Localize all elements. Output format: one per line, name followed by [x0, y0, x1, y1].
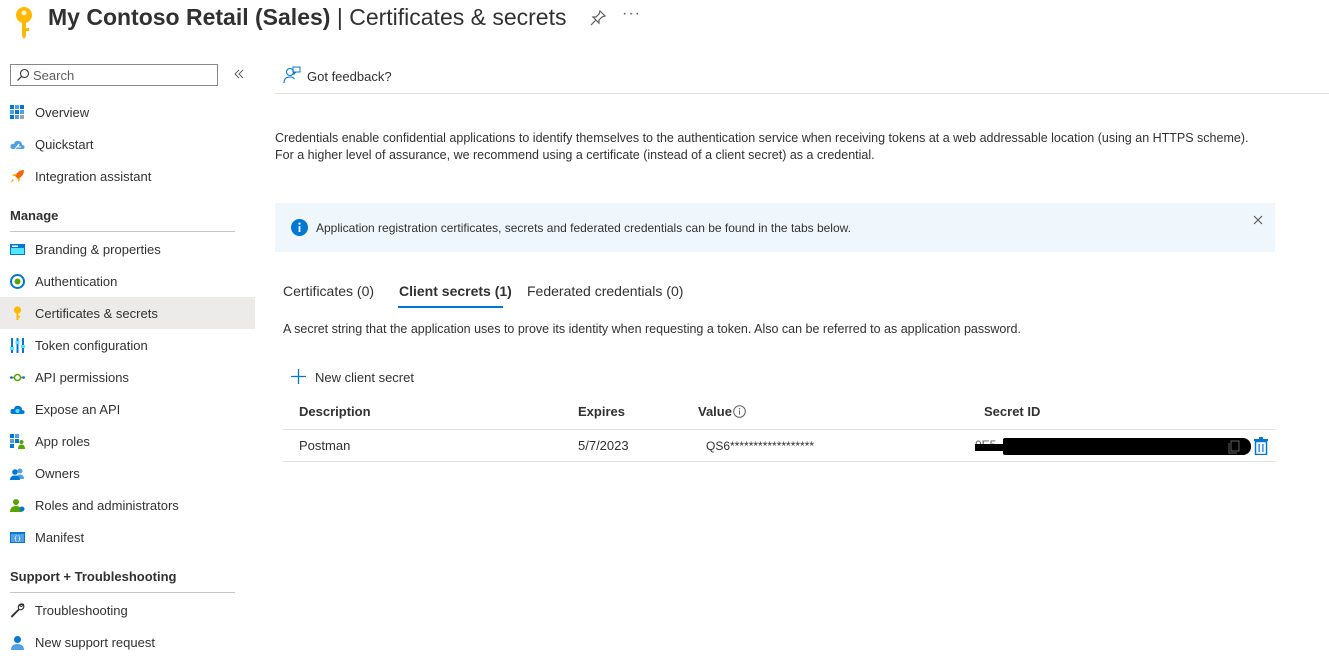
feedback-icon — [283, 66, 301, 84]
credentials-description: Credentials enable confidential applicat… — [275, 131, 1249, 162]
copy-icon[interactable] — [1226, 438, 1242, 454]
sidebar-item-label: Roles and administrators — [35, 498, 179, 513]
client-secret-description: A secret string that the application use… — [283, 322, 1021, 336]
search-box[interactable] — [10, 64, 218, 86]
svg-text:{}: {} — [14, 536, 21, 543]
sidebar-item-integration-assistant[interactable]: Integration assistant — [0, 160, 255, 192]
page-title: My Contoso Retail (Sales) | Certificates… — [48, 4, 567, 31]
info-icon — [291, 219, 308, 236]
sidebar-item-certificates-secrets[interactable]: Certificates & secrets — [0, 297, 255, 329]
tab-client-secrets[interactable]: Client secrets (1) — [399, 283, 512, 299]
cloud-icon — [10, 140, 25, 150]
new-client-secret-label: New client secret — [315, 370, 414, 385]
sidebar-item-label: Integration assistant — [35, 169, 152, 184]
wrench-icon — [10, 603, 25, 618]
cell-value: QS6****************** — [706, 439, 815, 453]
sidebar-item-label: App roles — [35, 434, 90, 449]
sidebar-item-label: Manifest — [35, 530, 85, 545]
search-input[interactable] — [33, 65, 213, 85]
page-name: Certificates & secrets — [349, 4, 567, 30]
authentication-icon — [10, 274, 25, 289]
app-name: My Contoso Retail (Sales) — [48, 4, 331, 30]
api-permissions-icon — [10, 373, 25, 382]
sidebar-item-label: API permissions — [35, 370, 129, 385]
sidebar-item-token-configuration[interactable]: Token configuration — [0, 329, 255, 361]
sidebar-item-manifest[interactable]: {} Manifest — [0, 521, 255, 553]
collapse-sidebar-icon[interactable] — [232, 67, 246, 81]
sidebar-item-new-support-request[interactable]: New support request — [0, 626, 255, 658]
owners-icon — [10, 468, 24, 480]
more-options-button[interactable]: ··· — [622, 5, 641, 23]
sidebar-item-authentication[interactable]: Authentication — [0, 265, 255, 297]
table-header-divider — [283, 429, 1275, 430]
delete-icon[interactable] — [1253, 437, 1269, 455]
support-person-icon — [11, 636, 24, 650]
cell-expires: 5/7/2023 — [578, 438, 629, 453]
sidebar-item-roles-administrators[interactable]: Roles and administrators — [0, 489, 255, 521]
key-icon — [13, 306, 22, 320]
sidebar-item-label: Owners — [35, 466, 80, 481]
sidebar-item-label: Authentication — [35, 274, 118, 289]
sidebar-item-label: Troubleshooting — [35, 603, 128, 618]
sidebar-item-expose-api[interactable]: Expose an API — [0, 393, 255, 425]
sidebar-item-label: Token configuration — [35, 338, 148, 353]
sidebar-item-overview[interactable]: Overview — [0, 96, 255, 128]
info-banner-text: Application registration certificates, s… — [316, 221, 851, 235]
sidebar-item-label: New support request — [35, 635, 155, 650]
info-banner: Application registration certificates, s… — [275, 203, 1275, 252]
table-row-divider — [283, 461, 1275, 462]
redaction-mark-edge — [975, 444, 1007, 451]
branding-icon — [10, 244, 25, 255]
support-heading: Support + Troubleshooting — [10, 569, 177, 584]
sidebar-item-label: Expose an API — [35, 402, 121, 417]
cloud-api-icon — [10, 405, 25, 414]
close-icon[interactable] — [1252, 214, 1264, 226]
title-separator: | — [330, 4, 350, 30]
toolbar-divider — [275, 93, 1329, 94]
column-header-secret-id: Secret ID — [984, 404, 1041, 419]
sidebar-item-api-permissions[interactable]: API permissions — [0, 361, 255, 393]
info-circle-icon[interactable] — [733, 405, 746, 418]
grid-icon — [10, 105, 24, 119]
sidebar-item-owners[interactable]: Owners — [0, 457, 255, 489]
active-tab-indicator — [398, 306, 503, 308]
roles-admin-icon — [10, 499, 25, 512]
search-icon — [17, 68, 30, 81]
column-header-expires: Expires — [578, 404, 625, 419]
sidebar-item-label: Quickstart — [35, 137, 94, 152]
sidebar-item-app-roles[interactable]: App roles — [0, 425, 255, 457]
cell-description: Postman — [299, 438, 351, 453]
sidebar-item-label: Overview — [35, 105, 90, 120]
sidebar-item-label: Certificates & secrets — [35, 306, 158, 321]
redaction-mark — [1003, 438, 1251, 455]
sidebar-item-quickstart[interactable]: Quickstart — [0, 128, 255, 160]
column-header-value: Value — [698, 404, 732, 419]
token-config-icon — [10, 338, 25, 353]
feedback-label: Got feedback? — [307, 69, 392, 84]
manage-heading: Manage — [10, 208, 59, 223]
app-roles-icon — [10, 434, 25, 449]
column-header-description: Description — [299, 404, 371, 419]
rocket-icon — [11, 170, 24, 183]
key-icon — [16, 7, 32, 39]
sidebar-item-troubleshooting[interactable]: Troubleshooting — [0, 594, 255, 626]
pin-icon[interactable] — [589, 9, 607, 27]
sidebar-item-branding-properties[interactable]: Branding & properties — [0, 233, 255, 265]
sidebar-item-label: Branding & properties — [35, 242, 161, 257]
sidebar-divider — [10, 231, 235, 232]
manifest-icon: {} — [10, 532, 25, 543]
plus-icon — [291, 369, 306, 384]
tab-certificates[interactable]: Certificates (0) — [283, 283, 374, 299]
sidebar-divider — [10, 592, 235, 593]
tab-federated-credentials[interactable]: Federated credentials (0) — [527, 283, 683, 299]
